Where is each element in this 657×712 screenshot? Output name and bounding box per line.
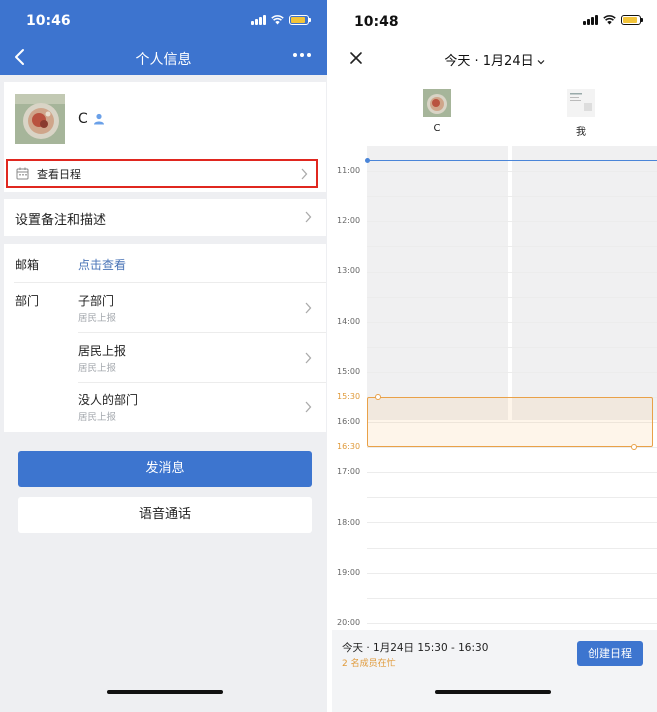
- gridline: [367, 272, 657, 273]
- send-message-button[interactable]: 发消息: [18, 451, 312, 487]
- chevron-right-icon: [305, 401, 312, 413]
- current-time-dot: [365, 158, 370, 163]
- gridline: [367, 598, 657, 599]
- chevron-right-icon: [301, 168, 308, 180]
- avatar[interactable]: [15, 94, 65, 144]
- avatar[interactable]: [567, 89, 595, 117]
- divider: [14, 282, 326, 283]
- contact-name: C: [78, 111, 88, 127]
- set-remark-row[interactable]: 设置备注和描述: [4, 199, 326, 236]
- gridline: [367, 472, 657, 473]
- schedule-screen: 10:48 今天 · 1月24日 C 我 11:00 12:00 13:00 1…: [332, 0, 657, 712]
- nav-bar: 个人信息: [0, 40, 327, 75]
- gridline: [367, 322, 657, 323]
- hour-label: 17:00: [337, 467, 361, 476]
- hour-label: 14:00: [337, 317, 361, 326]
- department-name: 子部门: [78, 294, 115, 308]
- status-bar: 10:46: [0, 0, 327, 40]
- view-schedule-row[interactable]: 查看日程: [6, 159, 318, 188]
- timeline[interactable]: 11:00 12:00 13:00 14:00 15:00 15:30 16:0…: [332, 146, 657, 630]
- status-icons: [251, 15, 311, 25]
- department-parent: 居民上报: [78, 412, 117, 423]
- home-indicator: [107, 690, 223, 694]
- hour-label: 15:00: [337, 367, 361, 376]
- create-schedule-button[interactable]: 创建日程: [577, 641, 643, 666]
- chevron-right-icon: [305, 211, 312, 223]
- department-label: 部门: [15, 294, 40, 308]
- gridline: [367, 548, 657, 549]
- department-parent: 居民上报: [78, 363, 117, 374]
- battery-icon: [289, 15, 311, 25]
- current-time-line: [367, 160, 657, 161]
- chevron-right-icon: [305, 302, 312, 314]
- hour-label: 16:30: [337, 442, 361, 451]
- wifi-icon: [271, 15, 284, 25]
- selected-time-range[interactable]: [367, 397, 653, 447]
- department-name: 没人的部门: [78, 393, 139, 407]
- set-remark-label: 设置备注和描述: [15, 213, 107, 228]
- selected-time-summary: 今天 · 1月24日 15:30 - 16:30: [342, 642, 489, 654]
- contact-profile-screen: 10:46 个人信息 C 查看日程 设置备注和描述 邮箱 点击查看 部门 子部门…: [0, 0, 327, 712]
- hour-label: 18:00: [337, 518, 361, 527]
- range-start-handle[interactable]: [375, 394, 381, 400]
- signal-icon: [251, 15, 266, 25]
- avatar[interactable]: [423, 89, 451, 117]
- busy-block: [367, 146, 508, 420]
- divider: [78, 382, 326, 383]
- page-title: 个人信息: [135, 52, 192, 68]
- voice-call-button[interactable]: 语音通话: [18, 497, 312, 533]
- battery-icon: [621, 15, 643, 25]
- gridline: [367, 196, 657, 197]
- schedule-footer: 今天 · 1月24日 15:30 - 16:30 2 名成员在忙 创建日程: [332, 630, 657, 712]
- hour-label: 19:00: [337, 568, 361, 577]
- wifi-icon: [603, 15, 616, 25]
- info-card: 邮箱 点击查看 部门 子部门 居民上报 居民上报 居民上报 没人的部门 居民上报: [4, 244, 326, 432]
- divider: [78, 332, 326, 333]
- gridline: [367, 623, 657, 624]
- busy-members-note: 2 名成员在忙: [342, 659, 396, 669]
- status-time: 10:48: [354, 14, 399, 30]
- home-indicator: [435, 690, 551, 694]
- department-name: 居民上报: [78, 344, 127, 358]
- date-title: 今天 · 1月24日: [444, 54, 534, 69]
- busy-block: [512, 146, 657, 420]
- hour-label: 15:30: [337, 392, 361, 401]
- gridline: [367, 447, 657, 448]
- more-icon[interactable]: [293, 53, 311, 57]
- gridline: [367, 497, 657, 498]
- gridline: [367, 372, 657, 373]
- person-label: C: [433, 123, 441, 134]
- calendar-icon: [16, 167, 29, 180]
- department-parent: 居民上报: [78, 313, 117, 324]
- gridline: [367, 573, 657, 574]
- hour-label: 16:00: [337, 417, 361, 426]
- gridline: [367, 246, 657, 247]
- hour-label: 13:00: [337, 266, 361, 275]
- status-time: 10:46: [26, 13, 71, 29]
- caret-down-icon: [537, 59, 545, 64]
- range-end-handle[interactable]: [631, 444, 637, 450]
- hour-label: 11:00: [337, 166, 361, 175]
- hour-label: 12:00: [337, 216, 361, 225]
- gridline: [367, 171, 657, 172]
- email-view-link[interactable]: 点击查看: [78, 256, 126, 273]
- gridline: [367, 297, 657, 298]
- hour-label: 20:00: [337, 618, 361, 627]
- signal-icon: [583, 15, 598, 25]
- gridline: [367, 347, 657, 348]
- email-label: 邮箱: [15, 258, 40, 272]
- gridline: [367, 221, 657, 222]
- person-icon: [94, 113, 104, 125]
- date-picker[interactable]: 今天 · 1月24日: [332, 50, 657, 69]
- view-schedule-label: 查看日程: [37, 168, 81, 181]
- status-icons: [583, 15, 643, 25]
- gridline: [367, 522, 657, 523]
- person-label: 我: [576, 127, 586, 138]
- chevron-right-icon: [305, 352, 312, 364]
